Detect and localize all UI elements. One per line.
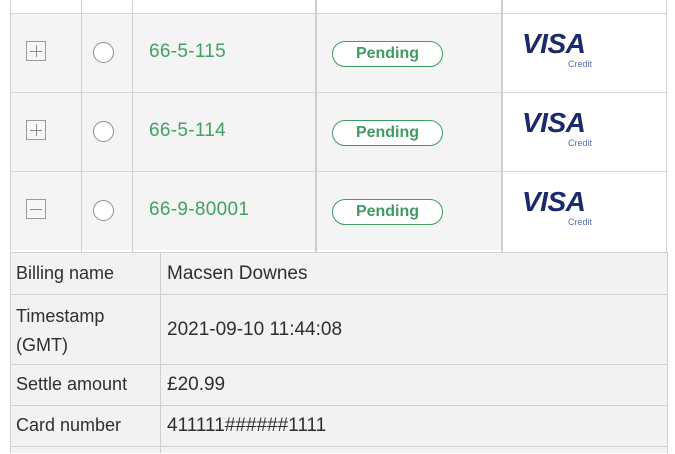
column-divider	[666, 0, 667, 252]
expand-cell	[11, 172, 82, 250]
status-cell: Pending	[317, 93, 502, 171]
card-number-value: 411111######1111	[167, 415, 327, 436]
table-row[interactable]: 66-5-114 Pending VISA Credit	[11, 93, 667, 171]
card-number-label: Card number	[16, 415, 122, 435]
collapse-icon[interactable]	[26, 199, 46, 219]
table-row[interactable]: 66-9-80001 Pending VISA Credit	[11, 172, 667, 250]
card-type: Credit	[567, 138, 592, 148]
visa-credit-icon: VISA Credit	[520, 28, 594, 72]
billing-name-label: Billing name	[16, 263, 115, 283]
card-brand: VISA	[522, 28, 586, 59]
detail-row-billing-name: Billing name Macsen Downes	[10, 252, 668, 295]
status-cell: Pending	[317, 172, 502, 250]
timestamp-label-line2: (GMT)	[16, 335, 68, 355]
card-brand: VISA	[522, 186, 586, 217]
visa-credit-icon: VISA Credit	[520, 186, 594, 230]
row-select-radio[interactable]	[93, 42, 114, 63]
status-badge: Pending	[332, 199, 443, 225]
select-cell	[82, 14, 132, 92]
card-cell: VISA Credit	[503, 172, 667, 250]
timestamp-value: 2021-09-10 11:44:08	[167, 319, 343, 340]
card-type: Credit	[567, 217, 592, 227]
select-cell	[82, 172, 132, 250]
select-cell	[82, 93, 132, 171]
row-select-radio[interactable]	[93, 121, 114, 142]
column-divider	[10, 0, 11, 252]
transactions-page: 66-5-115 Pending VISA Credit 66-5-114 Pe…	[0, 0, 675, 453]
transaction-id-cell: 66-5-115	[133, 14, 315, 92]
detail-row-settle-amount: Settle amount £20.99	[10, 364, 668, 406]
column-divider	[315, 0, 317, 252]
status-cell: Pending	[317, 14, 502, 92]
column-divider	[501, 0, 503, 252]
status-badge: Pending	[332, 41, 443, 67]
column-divider	[132, 0, 133, 252]
transaction-detail-panel: Billing name Macsen Downes Timestamp (GM…	[10, 252, 668, 453]
visa-credit-icon: VISA Credit	[520, 107, 594, 151]
row-select-radio[interactable]	[93, 200, 114, 221]
transaction-id-cell: 66-5-114	[133, 93, 315, 171]
column-divider	[81, 0, 82, 252]
card-cell: VISA Credit	[503, 14, 667, 92]
expand-cell	[11, 93, 82, 171]
card-cell: VISA Credit	[503, 93, 667, 171]
card-type: Credit	[567, 59, 592, 69]
expand-cell	[11, 14, 82, 92]
card-brand: VISA	[522, 107, 586, 138]
expand-icon[interactable]	[26, 120, 46, 140]
transaction-id-link[interactable]: 66-9-80001	[149, 199, 249, 221]
expand-icon[interactable]	[26, 41, 46, 61]
detail-row-card-number: Card number 411111######1111	[10, 405, 668, 447]
detail-row-timestamp: Timestamp (GMT) 2021-09-10 11:44:08	[10, 294, 668, 365]
status-badge: Pending	[332, 120, 443, 146]
transaction-id-cell: 66-9-80001	[133, 172, 315, 250]
settle-amount-value: £20.99	[167, 374, 226, 395]
billing-name-value: Macsen Downes	[167, 263, 308, 284]
settle-amount-label: Settle amount	[16, 374, 128, 394]
transaction-id-link[interactable]: 66-5-115	[149, 41, 226, 63]
timestamp-label-line1: Timestamp	[16, 306, 105, 326]
table-row[interactable]: 66-5-115 Pending VISA Credit	[11, 14, 667, 92]
transaction-id-link[interactable]: 66-5-114	[149, 120, 226, 142]
